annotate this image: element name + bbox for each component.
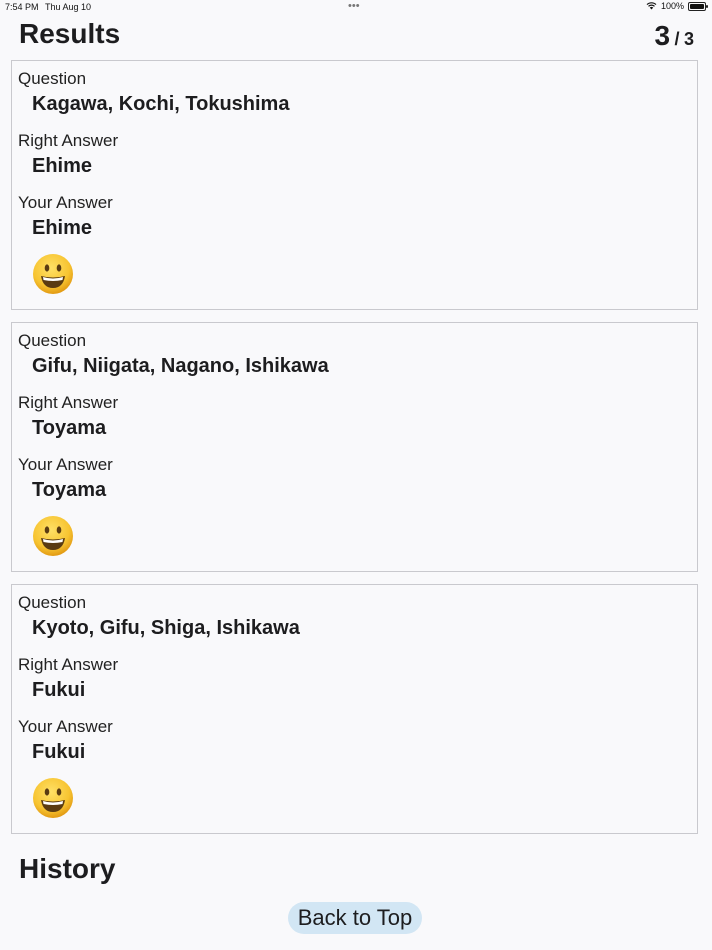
question-value: Kagawa, Kochi, Tokushima: [32, 93, 290, 115]
score: 3 / 3: [654, 20, 694, 52]
your-answer-label: Your Answer: [18, 455, 113, 474]
status-bar: 7:54 PM Thu Aug 10 ••• 100%: [0, 0, 712, 14]
results-list: Question Kagawa, Kochi, Tokushima Right …: [11, 60, 701, 846]
your-answer-value: Fukui: [32, 741, 86, 763]
score-separator: /: [674, 29, 680, 49]
right-answer-label: Right Answer: [18, 393, 119, 412]
back-to-top-button[interactable]: Back to Top: [288, 902, 422, 934]
battery-icon: [688, 1, 708, 11]
question-label: Question: [18, 69, 87, 88]
right-answer-value: Ehime: [32, 155, 93, 177]
smiling-face-icon: [33, 778, 73, 818]
your-answer-value: Toyama: [32, 479, 107, 501]
result-card: Question Gifu, Niigata, Nagano, Ishikawa…: [11, 322, 698, 572]
status-date: Thu Aug 10: [45, 2, 92, 12]
question-label: Question: [18, 593, 87, 612]
smiling-face-icon: [33, 516, 73, 556]
smiling-face-icon: [33, 254, 73, 294]
history-title: History: [19, 853, 116, 884]
multitasking-dots-icon[interactable]: •••: [348, 1, 360, 12]
score-total: 3: [683, 29, 694, 49]
result-card: Question Kagawa, Kochi, Tokushima Right …: [11, 60, 698, 310]
question-label: Question: [18, 331, 87, 350]
right-answer-label: Right Answer: [18, 655, 119, 674]
question-value: Gifu, Niigata, Nagano, Ishikawa: [32, 355, 329, 377]
right-answer-label: Right Answer: [18, 131, 119, 150]
your-answer-value: Ehime: [32, 217, 93, 239]
result-card: Question Kyoto, Gifu, Shiga, Ishikawa Ri…: [11, 584, 698, 834]
status-time: 7:54 PM: [5, 2, 39, 12]
wifi-icon: [646, 2, 657, 10]
battery-percent: 100%: [660, 1, 684, 11]
your-answer-label: Your Answer: [18, 717, 113, 736]
your-answer-label: Your Answer: [18, 193, 113, 212]
question-value: Kyoto, Gifu, Shiga, Ishikawa: [32, 617, 300, 639]
score-correct: 3: [654, 20, 671, 51]
page-title: Results: [19, 18, 121, 49]
right-answer-value: Toyama: [32, 417, 107, 439]
right-answer-value: Fukui: [32, 679, 86, 701]
battery-fill: [690, 3, 704, 9]
status-right: 100%: [646, 1, 708, 11]
